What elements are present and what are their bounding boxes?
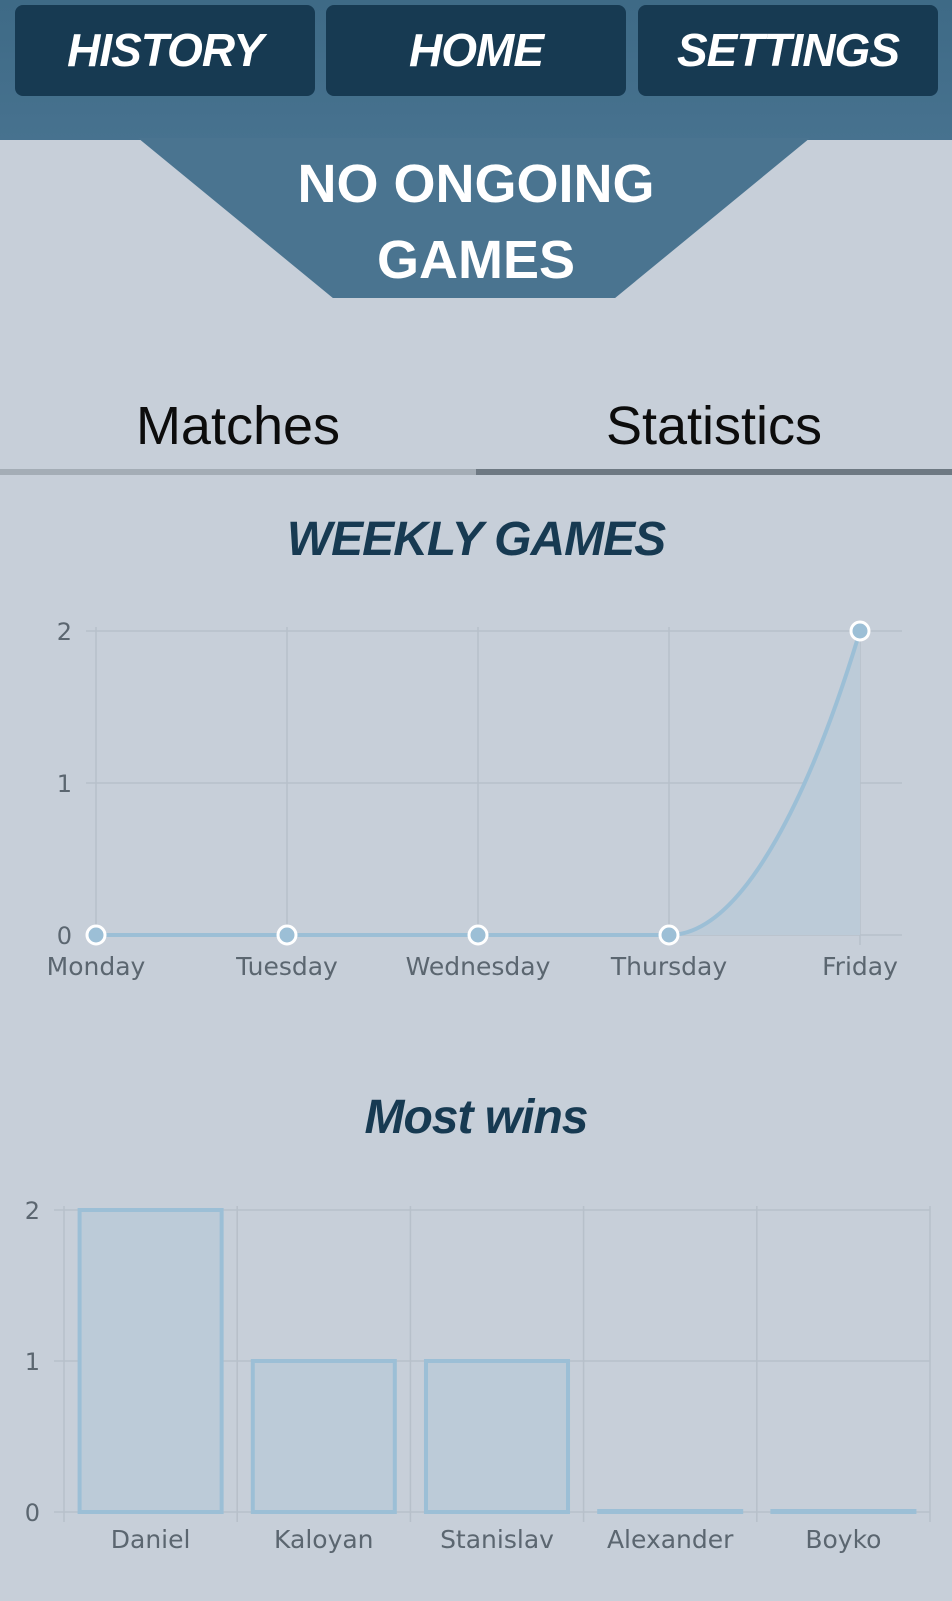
data-point bbox=[85, 924, 107, 946]
tab-statistics-underline bbox=[476, 469, 952, 475]
y-tick-label: 2 bbox=[25, 1197, 40, 1225]
x-tick-label: Wednesday bbox=[406, 952, 551, 981]
settings-button[interactable]: SETTINGS bbox=[638, 5, 938, 96]
x-tick-label: Daniel bbox=[111, 1525, 191, 1554]
y-tick-label: 1 bbox=[57, 770, 72, 798]
data-point bbox=[276, 924, 298, 946]
x-tick-label: Thursday bbox=[610, 952, 727, 981]
tab-matches-underline bbox=[0, 469, 476, 475]
most-wins-title: Most wins bbox=[364, 1091, 588, 1144]
no-ongoing-games-text: NO ONGOING GAMES bbox=[297, 154, 655, 290]
x-tick-label: Tuesday bbox=[235, 952, 338, 981]
x-tick-label: Kaloyan bbox=[274, 1525, 373, 1554]
y-tick-label: 2 bbox=[57, 618, 72, 646]
bar bbox=[77, 1208, 224, 1514]
data-point bbox=[849, 620, 871, 642]
x-tick-label: Friday bbox=[822, 952, 898, 981]
y-tick-label: 1 bbox=[25, 1348, 40, 1376]
y-tick-label: 0 bbox=[57, 922, 72, 950]
bar bbox=[250, 1359, 397, 1514]
most-wins-chart: 0 1 2 Daniel Kaloyan Stanislav Alexander Boyko bbox=[25, 1197, 931, 1554]
y-tick-label: 0 bbox=[25, 1499, 40, 1527]
home-button[interactable]: HOME bbox=[326, 5, 626, 96]
weekly-games-title: WEEKLY GAMES bbox=[286, 513, 666, 566]
bar bbox=[423, 1359, 571, 1514]
x-tick-label: Monday bbox=[47, 952, 146, 981]
data-point bbox=[467, 924, 489, 946]
x-tick-label: Boyko bbox=[805, 1525, 881, 1554]
bar bbox=[597, 1509, 744, 1514]
bar bbox=[770, 1509, 917, 1514]
x-tick-label: Alexander bbox=[607, 1525, 734, 1554]
x-tick-label: Stanislav bbox=[440, 1525, 554, 1554]
weekly-games-chart: 0 1 2 Monday Tuesday Wednesday Thursday Friday bbox=[47, 618, 902, 981]
tab-statistics[interactable]: Statistics bbox=[476, 378, 952, 474]
tab-matches[interactable]: Matches bbox=[0, 378, 476, 474]
data-point bbox=[658, 924, 680, 946]
history-button[interactable]: HISTORY bbox=[15, 5, 315, 96]
